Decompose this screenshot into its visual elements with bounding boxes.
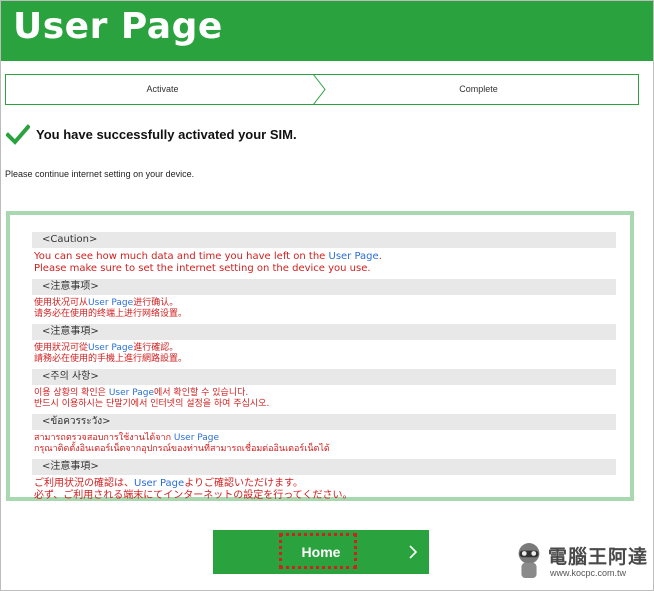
notice-line: 請務必在使用的手機上進行網路設置。 (34, 354, 616, 365)
instruction-text: Please continue internet setting on your… (5, 169, 195, 179)
notice-line-text: Please make sure to set the internet set… (34, 263, 371, 274)
notice-line-text: 반드시 이용하시는 단말기에서 인터넷의 설정을 하여 주십시오. (34, 399, 270, 409)
user-page-link[interactable]: User Page (134, 478, 184, 489)
step-activate: Activate (146, 84, 179, 94)
notice-body: ご利用状況の確認は、User Pageよりご確認いただけます。 必ず、ご利用され… (32, 475, 616, 506)
page-title: User Page (13, 6, 223, 47)
notice-body: 使用狀況可從User Page進行確認。 請務必在使用的手機上進行網路設置。 (32, 340, 616, 369)
notice-line-text: กรุณาติดตั้งอินเตอร์เน็ตจากอุปกรณ์ของท่า… (34, 444, 330, 454)
notice-section: <注意事项> 使用状况可从User Page进行确认。 请务必在使用的终端上进行… (32, 279, 616, 324)
user-page-link[interactable]: User Page (174, 433, 219, 443)
notice-body: You can see how much data and time you h… (32, 248, 616, 279)
notice-line-text: 使用状况可从 (34, 298, 89, 308)
checkmark-icon (6, 124, 30, 145)
notice-heading: <注意事項> (32, 459, 616, 475)
notice-line: สามารถตรวจสอบการใช้งานได้จาก User Page (34, 433, 616, 444)
user-page-link[interactable]: User Page (88, 298, 133, 308)
site-watermark: 電腦王阿達 www.kocpc.com.tw (510, 538, 650, 586)
notice-heading: <주의 사항> (32, 369, 616, 385)
mascot-logo (518, 543, 540, 578)
notice-list: <Caution> You can see how much data and … (32, 232, 616, 506)
notice-line: ご利用状況の確認は、User Pageよりご確認いただけます。 (34, 478, 616, 490)
notice-heading: <ข้อควรระวัง> (32, 414, 616, 430)
step-complete: Complete (459, 84, 498, 94)
notice-line-text: よりご確認いただけます。 (184, 478, 303, 489)
notice-line-text: 进行确认。 (133, 298, 179, 308)
page-header: User Page (1, 1, 653, 61)
notice-line: กรุณาติดตั้งอินเตอร์เน็ตจากอุปกรณ์ของท่า… (34, 444, 616, 455)
notice-section: <注意事項> 使用狀況可從User Page進行確認。 請務必在使用的手機上進行… (32, 324, 616, 369)
notice-line: 이용 상황의 확인은 User Page에서 확인할 수 있습니다. (34, 388, 616, 399)
notice-line: 使用状况可从User Page进行确认。 (34, 298, 616, 309)
notice-body: 使用状况可从User Page进行确认。 请务必在使用的终端上进行网络设置。 (32, 295, 616, 324)
notice-heading: <Caution> (32, 232, 616, 248)
progress-steps: Activate Complete (5, 74, 639, 105)
home-button[interactable]: Home (213, 530, 429, 574)
notice-line-text: สามารถตรวจสอบการใช้งานได้จาก (34, 433, 174, 443)
notice-line-text: 請務必在使用的手機上進行網路設置。 (34, 354, 188, 364)
notice-line: You can see how much data and time you h… (34, 251, 616, 263)
notice-line-text: . (378, 251, 382, 262)
notice-line: 반드시 이용하시는 단말기에서 인터넷의 설정을 하여 주십시오. (34, 399, 616, 410)
user-page-link[interactable]: User Page (88, 343, 133, 353)
notice-line-text: 이용 상황의 확인은 (34, 388, 109, 398)
notice-heading: <注意事項> (32, 324, 616, 340)
notice-section: <Caution> You can see how much data and … (32, 232, 616, 279)
notice-line-text: 请务必在使用的终端上进行网络设置。 (34, 309, 188, 319)
notice-line: 必ず、ご利用される端末にてインターネットの設定を行ってください。 (34, 490, 616, 502)
success-text: You have successfully activated your SIM… (36, 127, 297, 142)
notice-line-text: ご利用状況の確認は、 (34, 478, 134, 489)
notice-body: สามารถตรวจสอบการใช้งานได้จาก User Page ก… (32, 430, 616, 459)
notice-line: 使用狀況可從User Page進行確認。 (34, 343, 616, 354)
notice-section: <ข้อควรระวัง> สามารถตรวจสอบการใช้งานได้จ… (32, 414, 616, 459)
watermark-title: 電腦王阿達 (548, 546, 649, 568)
notice-line-text: 에서 확인할 수 있습니다. (154, 388, 249, 398)
notice-section: <注意事項> ご利用状況の確認は、User Pageよりご確認いただけます。 必… (32, 459, 616, 506)
notice-line-text: 進行確認。 (133, 343, 179, 353)
home-button-label: Home (301, 544, 341, 560)
notice-line: Please make sure to set the internet set… (34, 263, 616, 275)
notice-line-text: 使用狀況可從 (34, 343, 89, 353)
chevron-right-icon (409, 545, 417, 559)
notice-line: 请务必在使用的终端上进行网络设置。 (34, 309, 616, 320)
notice-line-text: 必ず、ご利用される端末にてインターネットの設定を行ってください。 (34, 490, 353, 501)
user-page-link[interactable]: User Page (109, 388, 154, 398)
notice-line-text: You can see how much data and time you h… (34, 251, 329, 262)
watermark-url: www.kocpc.com.tw (550, 568, 627, 578)
user-page-link[interactable]: User Page (329, 251, 379, 262)
notice-heading: <注意事项> (32, 279, 616, 295)
notice-box: <Caution> You can see how much data and … (6, 211, 634, 501)
notice-body: 이용 상황의 확인은 User Page에서 확인할 수 있습니다. 반드시 이… (32, 385, 616, 414)
notice-section: <주의 사항> 이용 상황의 확인은 User Page에서 확인할 수 있습니… (32, 369, 616, 414)
